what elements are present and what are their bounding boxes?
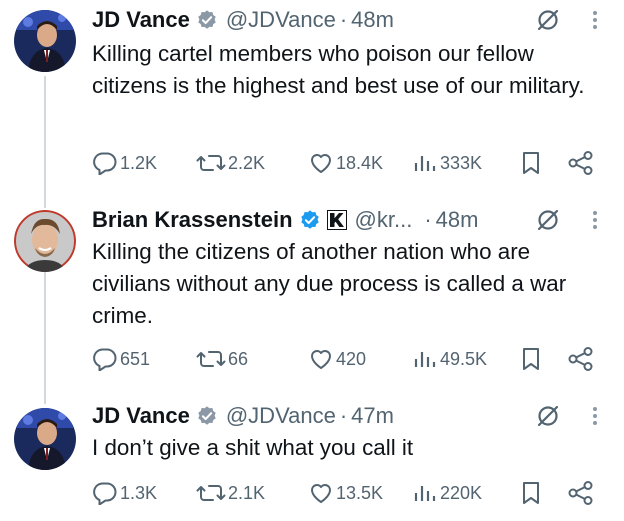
like-count: 420 (336, 348, 367, 369)
tweet[interactable]: JD Vance @JDVance · 48m Killing cartel m… (0, 0, 624, 200)
share-icon (568, 480, 594, 506)
blue-check-badge-icon (299, 209, 321, 231)
gold-check-badge-icon (196, 9, 218, 31)
reply-icon (92, 347, 118, 371)
grok-icon[interactable] (534, 402, 562, 430)
share-button[interactable] (568, 344, 596, 374)
action-bar: 1.3K 2.1K 13.5K 220K (92, 478, 602, 508)
views-count: 220K (440, 482, 483, 503)
reply-button[interactable]: 651 (92, 344, 150, 374)
author-name[interactable]: Brian Krassenstein (92, 206, 293, 234)
author-name[interactable]: JD Vance (92, 402, 190, 430)
tweet-header: JD Vance @JDVance · 47m (92, 402, 394, 430)
bookmark-icon (520, 480, 542, 506)
heart-icon (308, 481, 334, 505)
views-count: 333K (440, 152, 483, 173)
tweet-header: JD Vance @JDVance · 48m (92, 6, 394, 34)
reply-icon (92, 481, 118, 505)
reply-count: 1.2K (120, 152, 158, 173)
heart-icon (308, 347, 334, 371)
timestamp[interactable]: 48m (351, 6, 394, 34)
grok-icon[interactable] (534, 206, 562, 234)
author-handle[interactable]: @JDVance (226, 6, 336, 34)
like-button[interactable]: 420 (308, 344, 366, 374)
repost-icon (196, 151, 226, 175)
separator-dot: · (339, 403, 348, 428)
timestamp[interactable]: 47m (351, 402, 394, 430)
views-count: 49.5K (440, 348, 488, 369)
repost-icon (196, 347, 226, 371)
share-icon (568, 346, 594, 372)
share-icon (568, 150, 594, 176)
like-button[interactable]: 13.5K (308, 478, 383, 508)
reply-count: 651 (120, 348, 151, 369)
tweet-header: Brian Krassenstein @kr... · 48m (92, 206, 478, 234)
author-handle[interactable]: @kr... (355, 206, 413, 234)
author-name[interactable]: JD Vance (92, 6, 190, 34)
k-logo-badge-icon (326, 210, 347, 230)
views-button[interactable]: 49.5K (412, 344, 487, 374)
reply-count: 1.3K (120, 482, 158, 503)
more-options-icon[interactable] (588, 6, 602, 34)
repost-count: 2.2K (228, 152, 266, 173)
avatar[interactable] (14, 210, 76, 272)
gold-check-badge-icon (196, 405, 218, 427)
like-count: 18.4K (336, 152, 384, 173)
tweet[interactable]: Brian Krassenstein @kr... · 48m Killing … (0, 200, 624, 400)
grok-icon[interactable] (534, 6, 562, 34)
bookmark-button[interactable] (520, 478, 544, 508)
repost-button[interactable]: 66 (196, 344, 248, 374)
repost-button[interactable]: 2.1K (196, 478, 265, 508)
more-options-icon[interactable] (588, 402, 602, 430)
tweet-text: Killing the citizens of another nation w… (92, 239, 567, 328)
share-button[interactable] (568, 148, 596, 178)
views-button[interactable]: 220K (412, 478, 482, 508)
tweet-text: I don’t give a shit what you call it (92, 435, 414, 460)
like-button[interactable]: 18.4K (308, 148, 383, 178)
repost-count: 66 (228, 348, 249, 369)
repost-button[interactable]: 2.2K (196, 148, 265, 178)
bookmark-button[interactable] (520, 148, 544, 178)
share-button[interactable] (568, 478, 596, 508)
avatar[interactable] (14, 408, 76, 470)
tweet[interactable]: JD Vance @JDVance · 47m I don’t give a s… (0, 398, 624, 521)
heart-icon (308, 151, 334, 175)
repost-count: 2.1K (228, 482, 266, 503)
reply-icon (92, 151, 118, 175)
analytics-icon (412, 151, 438, 175)
more-options-icon[interactable] (588, 206, 602, 234)
timestamp[interactable]: 48m (436, 206, 479, 234)
tweet-text: Killing cartel members who poison our fe… (92, 41, 585, 98)
separator-dot: · (339, 7, 348, 32)
author-handle[interactable]: @JDVance (226, 402, 336, 430)
views-button[interactable]: 333K (412, 148, 482, 178)
bookmark-icon (520, 150, 542, 176)
bookmark-button[interactable] (520, 344, 544, 374)
action-bar: 651 66 420 49.5K (92, 344, 602, 374)
reply-button[interactable]: 1.3K (92, 478, 157, 508)
separator-dot: · (424, 207, 432, 232)
analytics-icon (412, 481, 438, 505)
reply-button[interactable]: 1.2K (92, 148, 157, 178)
repost-icon (196, 481, 226, 505)
action-bar: 1.2K 2.2K 18.4K 333K (92, 148, 602, 178)
like-count: 13.5K (336, 482, 384, 503)
bookmark-icon (520, 346, 542, 372)
avatar[interactable] (14, 10, 76, 72)
analytics-icon (412, 347, 438, 371)
